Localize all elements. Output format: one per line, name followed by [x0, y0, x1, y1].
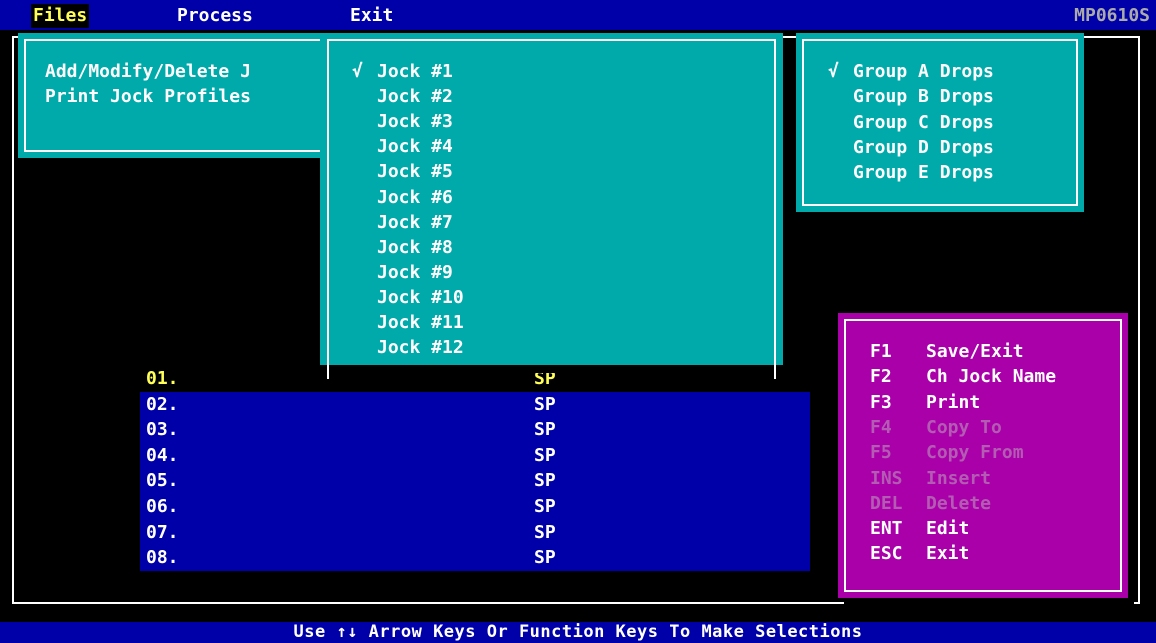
jock-item[interactable]: Jock #8 [377, 235, 453, 260]
group-item[interactable]: Group E Drops [853, 160, 994, 185]
function-key-label: Exit [926, 543, 970, 565]
menu-bar: Files Process Exit MP0610S [0, 0, 1156, 30]
row-number: 08. [146, 547, 179, 569]
jock-item[interactable]: Jock #2 [377, 84, 453, 109]
function-key-name: INS [870, 467, 903, 489]
function-key-f4: F4 Copy To [870, 415, 1002, 441]
menu-exit[interactable]: Exit [348, 4, 395, 28]
function-key-f1[interactable]: F1 Save/Exit [870, 339, 1024, 365]
row-number: 06. [146, 496, 179, 517]
function-key-label: Print [926, 391, 981, 413]
row-number: 05. [146, 470, 179, 492]
function-key-name: F5 [870, 442, 892, 464]
function-key-name: F4 [870, 416, 892, 438]
jock-item[interactable]: Jock #1 [377, 59, 453, 84]
table-row[interactable]: 06. SP [140, 494, 810, 520]
row-code: SP [534, 521, 556, 543]
group-item[interactable]: Group A Drops [853, 59, 994, 84]
row-code: SP [534, 419, 556, 441]
jock-item[interactable]: Jock #11 [377, 310, 464, 335]
function-key-del: DEL Delete [870, 491, 991, 517]
function-key-name: DEL [870, 492, 903, 514]
jock-item[interactable]: Jock #7 [377, 210, 453, 235]
function-key-panel: F1 Save/Exit F2 Ch Jock Name F3 Print F4 Copy T… [838, 313, 1128, 598]
function-key-f5: F5 Copy From [870, 440, 1024, 466]
function-key-label: Save/Exit [926, 341, 1024, 362]
group-submenu: √ Group A Drops Group B Drops Group C Drops… [796, 33, 1084, 212]
status-bar: Use ↑↓ Arrow Keys Or Function Keys To Ma… [0, 622, 1156, 643]
check-mark-icon: √ [352, 61, 363, 82]
function-key-ent[interactable]: ENT Edit [870, 516, 969, 542]
jock-item[interactable]: Jock #9 [377, 260, 453, 285]
row-code: SP [534, 496, 556, 517]
jock-submenu: √ Jock #1 Jock #2 Jock #3 Jock #4 Jock #5 Jock… [320, 33, 783, 379]
row-code: SP [534, 547, 556, 569]
row-code: SP [534, 470, 556, 492]
function-key-label: Delete [926, 492, 992, 514]
row-number: 02. [146, 393, 179, 415]
row-number: 07. [146, 521, 179, 543]
function-key-name: F3 [870, 391, 892, 413]
function-key-name: F1 [870, 341, 892, 362]
program-code: MP0610S [1074, 5, 1150, 26]
menu-process[interactable]: Process [175, 4, 255, 28]
table-row[interactable]: 02. SP [140, 391, 810, 418]
row-code: SP [534, 444, 556, 466]
menu-item-add-modify-delete[interactable]: Add/Modify/Delete J [45, 59, 251, 84]
function-key-f2[interactable]: F2 Ch Jock Name [870, 364, 1056, 390]
table-row[interactable]: 05. SP [140, 468, 810, 494]
row-number: 01. [146, 368, 179, 389]
table-row[interactable]: 03. SP [140, 417, 810, 443]
row-code: SP [534, 393, 556, 415]
jock-item[interactable]: Jock #5 [377, 159, 453, 184]
table-row[interactable]: 08. SP [140, 545, 810, 571]
jock-item[interactable]: Jock #6 [377, 185, 453, 210]
function-key-name: ENT [870, 518, 903, 540]
files-dropdown: Add/Modify/Delete J Print Jock Profiles [18, 33, 332, 158]
check-mark-icon: √ [828, 61, 839, 82]
function-key-label: Copy To [926, 416, 1002, 438]
function-key-label: Edit [926, 518, 970, 540]
row-number: 03. [146, 419, 179, 441]
jock-profile-table: 01. SP 02. SP 03. SP 04. SP 05. SP 06. SP 07. SP 08. SP [140, 366, 810, 572]
jock-item[interactable]: Jock #3 [377, 109, 453, 134]
jock-item[interactable]: Jock #12 [377, 335, 464, 360]
function-key-label: Insert [926, 467, 992, 489]
function-key-label: Copy From [926, 442, 1024, 464]
function-key-f3[interactable]: F3 Print [870, 390, 980, 416]
group-item[interactable]: Group D Drops [853, 135, 994, 160]
function-key-name: ESC [870, 543, 903, 565]
function-key-ins: INS Insert [870, 466, 991, 492]
jock-item[interactable]: Jock #4 [377, 134, 453, 159]
function-key-name: F2 [870, 366, 892, 388]
group-item[interactable]: Group C Drops [853, 110, 994, 135]
function-key-esc[interactable]: ESC Exit [870, 541, 969, 567]
table-row[interactable]: 04. SP [140, 442, 810, 469]
table-row[interactable]: 07. SP [140, 519, 810, 546]
row-number: 04. [146, 444, 179, 466]
jock-item[interactable]: Jock #10 [377, 285, 464, 310]
group-item[interactable]: Group B Drops [853, 84, 994, 109]
function-key-label: Ch Jock Name [926, 366, 1057, 388]
menu-item-print-profiles[interactable]: Print Jock Profiles [45, 84, 251, 109]
menu-files[interactable]: Files [31, 4, 90, 28]
